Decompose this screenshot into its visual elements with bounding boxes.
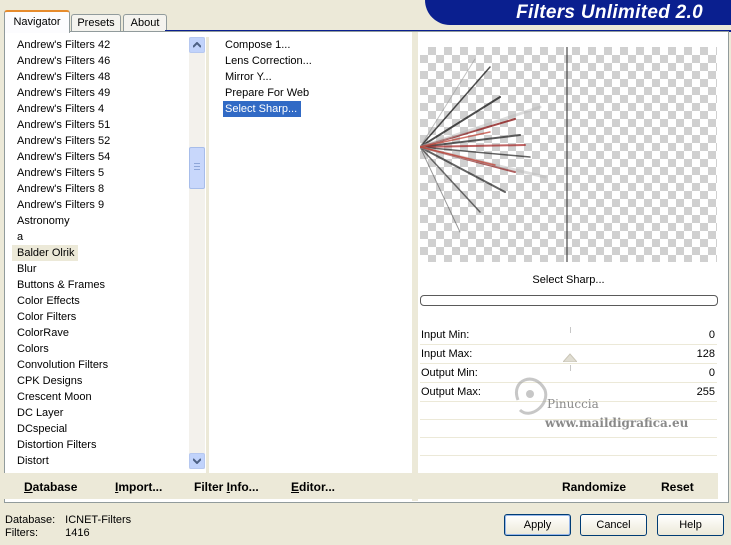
- progress-bar: [420, 295, 718, 306]
- param-value: 0: [708, 329, 715, 341]
- category-item[interactable]: ColorRave: [12, 325, 73, 341]
- database-label: atabase: [32, 480, 78, 494]
- database-label: Database:: [5, 514, 56, 526]
- category-item[interactable]: Convolution Filters: [12, 357, 112, 373]
- tab-presets-label: Presets: [77, 17, 115, 29]
- filter-item[interactable]: Prepare For Web: [223, 85, 313, 101]
- category-item[interactable]: Color Filters: [12, 309, 80, 325]
- param-value: 128: [696, 348, 715, 360]
- reset-button[interactable]: Reset: [661, 479, 694, 495]
- brand-title: Filters Unlimited 2.0: [516, 2, 703, 23]
- param-label: Input Min:: [421, 329, 470, 341]
- chevron-up-icon: [193, 42, 201, 48]
- category-item[interactable]: Blur: [12, 261, 41, 277]
- param-label: Output Min:: [421, 367, 478, 379]
- category-item[interactable]: Andrew's Filters 8: [12, 181, 108, 197]
- category-item[interactable]: Andrew's Filters 5: [12, 165, 108, 181]
- editor-button[interactable]: Editor...: [291, 479, 335, 495]
- category-item[interactable]: DCspecial: [12, 421, 71, 437]
- scroll-thumb[interactable]: [189, 147, 205, 189]
- filter-list[interactable]: Compose 1... Lens Correction... Mirror Y..…: [223, 37, 408, 117]
- category-item[interactable]: Astronomy: [12, 213, 74, 229]
- preview-filter-name: Select Sharp...: [532, 274, 605, 286]
- category-scrollbar[interactable]: [189, 37, 205, 469]
- help-button[interactable]: Help: [657, 514, 724, 536]
- category-item[interactable]: Colors: [12, 341, 53, 357]
- tab-navigator-label: Navigator: [13, 16, 61, 28]
- category-item[interactable]: CPK Designs: [12, 373, 86, 389]
- tab-presets[interactable]: Presets: [71, 14, 121, 32]
- filter-info-label: nfo...: [230, 480, 259, 494]
- category-item[interactable]: Andrew's Filters 48: [12, 69, 114, 85]
- category-item[interactable]: Andrew's Filters 4: [12, 101, 108, 117]
- scroll-up-button[interactable]: [189, 37, 205, 53]
- category-item[interactable]: Distortion Filters: [12, 437, 100, 453]
- database-info: Database: ICNET-Filters Filters: 1416: [5, 514, 141, 540]
- filter-item[interactable]: Compose 1...: [223, 37, 294, 53]
- editor-label: ditor...: [299, 480, 336, 494]
- watermark-name: Pinuccia: [547, 397, 599, 411]
- chevron-down-icon: [193, 458, 201, 464]
- tab-about-label: About: [130, 17, 160, 29]
- category-item[interactable]: Andrew's Filters 46: [12, 53, 114, 69]
- param-empty-row: [420, 456, 717, 474]
- param-input-max[interactable]: Input Max: 128: [420, 345, 717, 364]
- filter-item[interactable]: Mirror Y...: [223, 69, 276, 85]
- param-output-min[interactable]: Output Min: 0: [420, 364, 717, 383]
- column-divider: [206, 37, 209, 473]
- category-item[interactable]: Color Effects: [12, 293, 84, 309]
- category-item[interactable]: Andrew's Filters 54: [12, 149, 114, 165]
- param-label: Input Max:: [421, 348, 473, 360]
- import-button[interactable]: Import...: [115, 479, 162, 495]
- filter-info-label-start: Filter: [194, 480, 227, 494]
- randomize-button[interactable]: Randomize: [562, 479, 626, 495]
- category-item[interactable]: a: [12, 229, 27, 245]
- filters-count-value: 1416: [65, 527, 90, 539]
- editor-accel: E: [291, 480, 300, 494]
- scroll-down-button[interactable]: [189, 453, 205, 469]
- tab-about[interactable]: About: [123, 14, 167, 32]
- filter-item[interactable]: Select Sharp...: [223, 101, 302, 117]
- slider-thumb-icon[interactable]: [563, 353, 577, 362]
- param-empty-row: [420, 438, 717, 456]
- category-item[interactable]: Andrew's Filters 49: [12, 85, 114, 101]
- category-list[interactable]: Andrew's Filters 42 Andrew's Filters 46 An…: [12, 37, 188, 469]
- database-button[interactable]: Database: [24, 479, 77, 495]
- param-value: 0: [708, 367, 715, 379]
- column-divider: [412, 32, 418, 501]
- param-value: 255: [696, 386, 715, 398]
- filters-count-label: Filters:: [5, 527, 38, 539]
- category-item[interactable]: Andrew's Filters 9: [12, 197, 108, 213]
- database-accel: D: [24, 480, 33, 494]
- cancel-button[interactable]: Cancel: [580, 514, 647, 536]
- param-label: Output Max:: [421, 386, 481, 398]
- database-value: ICNET-Filters: [65, 514, 132, 526]
- category-item[interactable]: Distort: [12, 453, 53, 469]
- category-item[interactable]: Andrew's Filters 42: [12, 37, 114, 53]
- brand-banner: Filters Unlimited 2.0: [425, 0, 731, 25]
- apply-button[interactable]: Apply: [504, 514, 571, 536]
- filter-info-button[interactable]: Filter Info...: [194, 479, 259, 495]
- preview-effect-graphic: [420, 47, 568, 262]
- param-input-min[interactable]: Input Min: 0: [420, 326, 717, 345]
- category-item[interactable]: DC Layer: [12, 405, 67, 421]
- category-item[interactable]: Buttons & Frames: [12, 277, 109, 293]
- filter-item[interactable]: Lens Correction...: [223, 53, 316, 69]
- import-label: mport...: [118, 480, 163, 494]
- category-item[interactable]: Crescent Moon: [12, 389, 96, 405]
- category-item[interactable]: Andrew's Filters 52: [12, 133, 114, 149]
- preview-image: [420, 47, 717, 262]
- tab-navigator[interactable]: Navigator: [4, 10, 70, 33]
- watermark-url: www.maildigrafica.eu: [545, 416, 689, 430]
- category-item[interactable]: Andrew's Filters 51: [12, 117, 114, 133]
- category-item[interactable]: Balder Olrik: [12, 245, 79, 261]
